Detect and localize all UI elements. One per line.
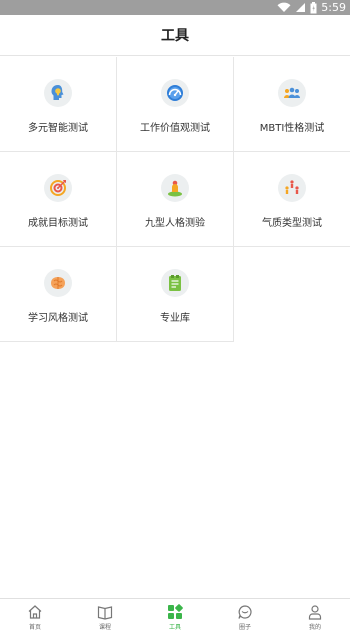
tool-label: MBTI性格测试 <box>259 123 325 134</box>
tool-mbti[interactable]: MBTI性格测试 <box>234 57 350 152</box>
tab-circle[interactable]: 圈子 <box>210 599 280 630</box>
target-icon <box>44 174 72 202</box>
status-time: 5:59 <box>321 1 346 14</box>
chat-icon <box>236 604 254 620</box>
tab-courses[interactable]: 课程 <box>70 599 140 630</box>
tool-label: 成就目标测试 <box>28 218 88 229</box>
grid-icon <box>166 604 184 620</box>
status-icons: 5:59 <box>277 1 346 14</box>
signal-icon <box>296 3 306 12</box>
tab-label: 工具 <box>168 624 181 630</box>
people-group-icon <box>278 79 306 107</box>
brain-icon <box>44 269 72 297</box>
tool-temperament[interactable]: 气质类型测试 <box>234 152 350 247</box>
tab-label: 我的 <box>308 624 321 630</box>
person-pin-icon <box>161 174 189 202</box>
tab-label: 首页 <box>28 624 41 630</box>
figures-icon <box>278 174 306 202</box>
page-title: 工具 <box>161 28 189 44</box>
tool-label: 九型人格测验 <box>145 218 205 229</box>
home-icon <box>26 604 44 620</box>
status-bar: 5:59 <box>0 0 350 15</box>
tab-home[interactable]: 首页 <box>0 599 70 630</box>
gauge-icon <box>161 79 189 107</box>
tool-label: 工作价值观测试 <box>140 123 210 134</box>
tool-multiple-intelligence[interactable]: 多元智能测试 <box>0 57 117 152</box>
tab-label: 圈子 <box>238 624 251 630</box>
tool-major-library[interactable]: 专业库 <box>117 247 234 342</box>
bottom-tab-bar: 首页 课程 工具 圈子 我的 <box>0 598 350 630</box>
tool-label: 学习风格测试 <box>28 313 88 324</box>
page-header: 工具 <box>0 15 350 56</box>
user-icon <box>306 604 324 620</box>
book-icon <box>96 604 114 620</box>
tool-label: 多元智能测试 <box>28 123 88 134</box>
tool-label: 气质类型测试 <box>262 218 322 229</box>
tool-enneagram[interactable]: 九型人格测验 <box>117 152 234 247</box>
tool-learning-style[interactable]: 学习风格测试 <box>0 247 117 342</box>
document-icon <box>161 269 189 297</box>
tool-label: 专业库 <box>160 313 190 324</box>
battery-icon <box>310 1 317 13</box>
tab-label: 课程 <box>98 624 111 630</box>
brain-bulb-icon <box>44 79 72 107</box>
wifi-icon <box>277 2 291 12</box>
tool-work-values[interactable]: 工作价值观测试 <box>117 57 234 152</box>
tab-mine[interactable]: 我的 <box>280 599 350 630</box>
tool-achievement-goal[interactable]: 成就目标测试 <box>0 152 117 247</box>
tab-tools[interactable]: 工具 <box>140 599 210 630</box>
